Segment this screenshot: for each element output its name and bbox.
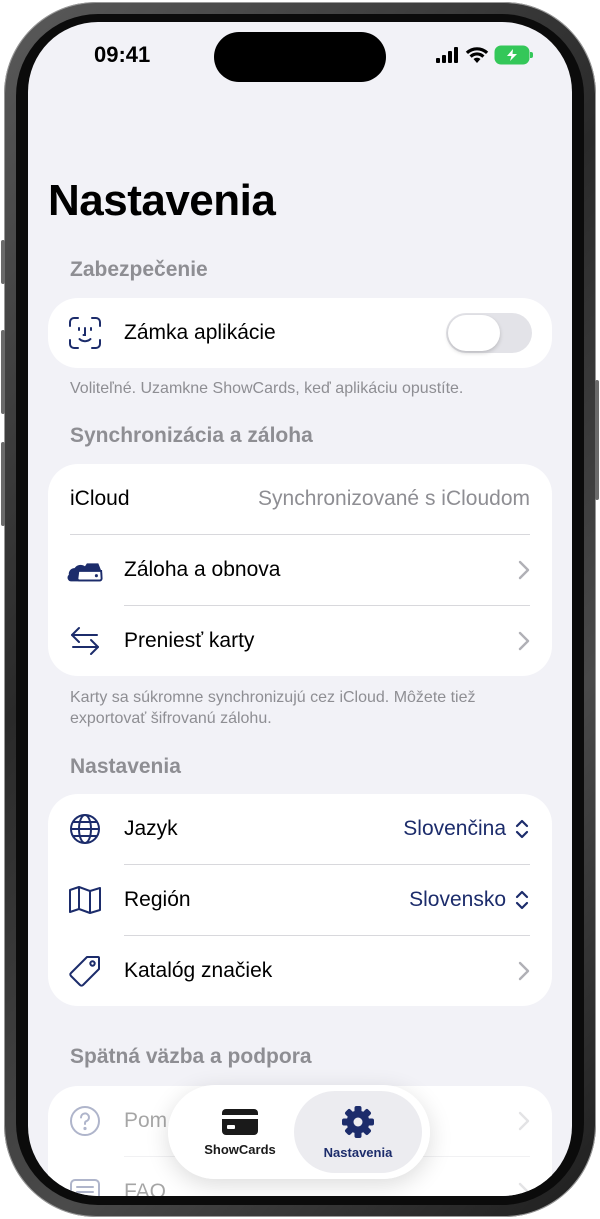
tab-label: ShowCards (204, 1141, 276, 1157)
brand-catalog-row[interactable]: Katalóg značiek (48, 936, 552, 1006)
help-label: Pom (124, 1109, 168, 1132)
region-row[interactable]: Región Slovensko (48, 865, 552, 935)
icloud-row[interactable]: iCloud Synchronizované s iCloudom (48, 464, 552, 534)
settings-card: Jazyk Slovenčina Región Slovensko Kataló… (48, 794, 552, 1006)
action-button (1, 240, 5, 284)
question-icon (66, 1102, 104, 1140)
card-icon (222, 1108, 258, 1135)
security-footnote: Voliteľné. Uzamkne ShowCards, keď apliká… (70, 380, 464, 397)
page-title: Nastavenia (48, 176, 276, 225)
tag-icon (66, 952, 104, 990)
section-header-support: Spätná väzba a podpora (70, 1045, 312, 1068)
transfer-arrows-icon (66, 622, 104, 660)
tab-nastavenia[interactable]: Nastavenia (294, 1091, 422, 1173)
cloud-drive-icon (66, 551, 104, 589)
chevron-right-icon (518, 1182, 530, 1196)
icloud-status-value: Synchronizované s iCloudom (258, 487, 530, 510)
icloud-label: iCloud (70, 487, 130, 510)
tab-showcards[interactable]: ShowCards (176, 1091, 304, 1173)
tab-label: Nastavenia (323, 1144, 393, 1160)
section-header-sync: Synchronizácia a záloha (70, 424, 313, 447)
volume-up-button (1, 330, 5, 414)
map-icon (66, 881, 104, 919)
gear-icon (342, 1105, 374, 1138)
chevron-right-icon (518, 560, 530, 580)
region-value[interactable]: Slovensko (409, 888, 506, 912)
tab-bar: ShowCards Nastavenia (168, 1085, 430, 1179)
wifi-icon (465, 47, 489, 63)
sync-footnote: Karty sa súkromne synchronizujú cez iClo… (70, 689, 476, 727)
transfer-cards-label: Preniesť karty (124, 629, 255, 652)
app-lock-row[interactable]: Zámka aplikácie (48, 298, 552, 368)
face-id-icon (66, 314, 104, 352)
status-time: 09:41 (94, 42, 151, 67)
backup-restore-label: Záloha a obnova (124, 558, 281, 581)
brand-catalog-label: Katalóg značiek (124, 959, 273, 982)
list-icon (66, 1173, 104, 1196)
globe-icon (66, 810, 104, 848)
chevron-right-icon (518, 631, 530, 651)
volume-down-button (1, 442, 5, 526)
backup-restore-row[interactable]: Záloha a obnova (48, 535, 552, 605)
status-icons (436, 46, 533, 64)
screen: 09:41 Nastavenia Zabezpečenie Zámka apli… (28, 22, 572, 1196)
toggle-knob (448, 315, 500, 351)
app-lock-label: Zámka aplikácie (124, 321, 276, 344)
app-lock-toggle[interactable] (446, 313, 532, 353)
security-card: Zámka aplikácie (48, 298, 552, 368)
sync-card: iCloud Synchronizované s iCloudom Záloha… (48, 464, 552, 676)
faq-label: FAQ (124, 1180, 167, 1196)
battery-charging-icon (496, 47, 533, 63)
language-label: Jazyk (124, 817, 178, 840)
transfer-cards-row[interactable]: Preniesť karty (48, 606, 552, 676)
section-header-security: Zabezpečenie (70, 258, 208, 281)
section-header-settings: Nastavenia (70, 755, 181, 778)
chevron-up-down-icon (515, 890, 529, 910)
cellular-signal-icon (436, 47, 458, 63)
chevron-right-icon (518, 961, 530, 981)
chevron-up-down-icon (515, 819, 529, 839)
region-label: Región (124, 888, 191, 911)
chevron-right-icon (518, 1111, 530, 1131)
dynamic-island (214, 32, 386, 82)
language-value[interactable]: Slovenčina (403, 817, 506, 841)
power-button (595, 380, 599, 500)
language-row[interactable]: Jazyk Slovenčina (48, 794, 552, 864)
